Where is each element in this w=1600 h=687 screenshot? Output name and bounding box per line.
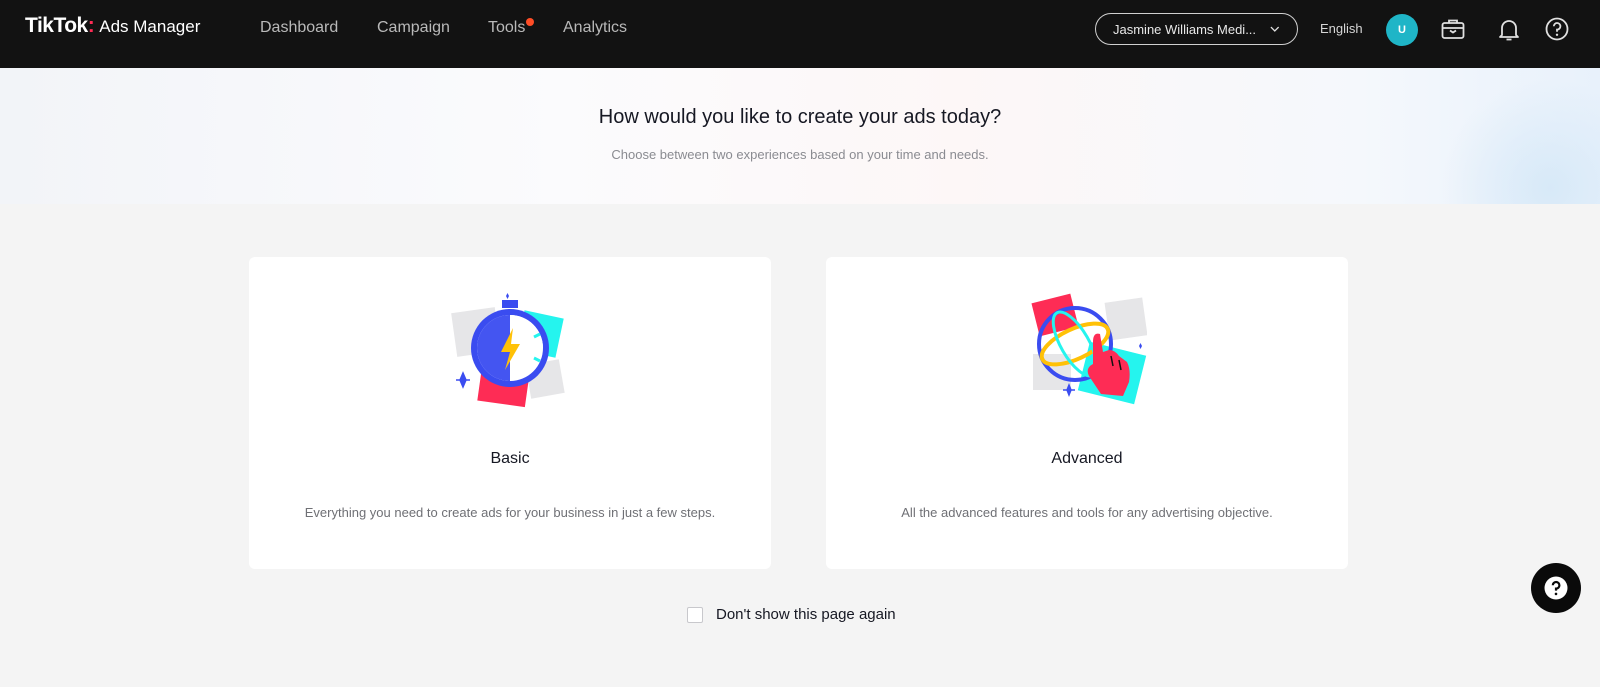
account-name: Jasmine Williams Medi... [1113,21,1257,37]
notification-dot [526,18,535,26]
briefcase-icon[interactable] [1439,15,1467,43]
chevron-down-icon [1270,26,1280,32]
brand-logo[interactable]: TikTok: Ads Manager [25,14,200,42]
nav-tools-label: Tools [488,19,526,36]
nav-analytics[interactable]: Analytics [563,19,627,37]
basic-mode-card[interactable]: Basic Everything you need to create ads … [249,257,771,569]
stopwatch-lightning-icon [451,293,565,408]
dont-show-again[interactable]: Don't show this page again [687,606,896,623]
globe-hand-icon [1031,293,1147,405]
page-title: How would you like to create your ads to… [598,106,1002,128]
card-description: All the advanced features and tools for … [901,505,1273,520]
brand-suffix: Ads Manager [99,17,201,36]
dont-show-checkbox[interactable] [687,606,703,623]
advanced-mode-card[interactable]: Advanced All the advanced features and t… [826,257,1348,569]
card-description: Everything you need to create ads for yo… [304,505,716,520]
floating-help-button[interactable] [1531,563,1581,613]
tiktok-logo: TikTok: [25,14,95,37]
card-title: Basic [490,450,530,467]
dont-show-label: Don't show this page again [716,606,896,623]
account-selector[interactable]: Jasmine Williams Medi... [1095,13,1298,45]
top-bar: TikTok: Ads Manager Dashboard Campaign T… [0,0,1600,68]
language-selector[interactable]: English [1320,21,1363,36]
hero-banner: How would you like to create your ads to… [0,68,1600,204]
hero-decoration [1440,78,1600,204]
card-title: Advanced [1051,450,1123,467]
nav-campaign[interactable]: Campaign [377,19,450,37]
avatar[interactable]: U [1386,14,1418,46]
help-icon[interactable] [1543,15,1571,43]
nav-dashboard[interactable]: Dashboard [260,19,338,37]
bell-icon[interactable] [1495,15,1523,43]
page-subtitle: Choose between two experiences based on … [611,147,989,162]
nav-tools[interactable]: Tools [488,18,535,37]
help-icon [1544,576,1568,600]
